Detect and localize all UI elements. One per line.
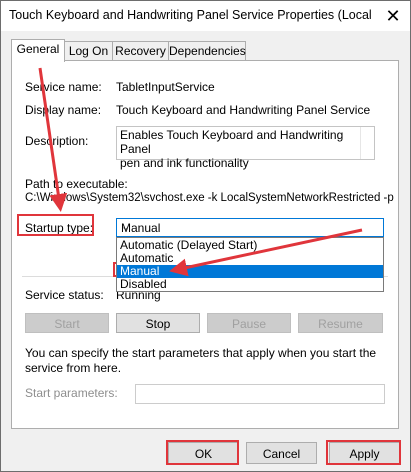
tab-recovery[interactable]: Recovery: [112, 41, 169, 61]
close-icon[interactable]: ✕: [382, 5, 404, 27]
tab-log-on[interactable]: Log On: [64, 41, 113, 61]
display-name-value: Touch Keyboard and Handwriting Panel Ser…: [116, 103, 371, 117]
properties-dialog: Touch Keyboard and Handwriting Panel Ser…: [0, 0, 411, 472]
resume-button[interactable]: Resume: [298, 313, 383, 333]
apply-button[interactable]: Apply: [329, 442, 400, 464]
description-line-1: Enables Touch Keyboard and Handwriting P…: [120, 128, 344, 156]
chevron-down-icon[interactable]: ⌄: [121, 220, 379, 233]
start-button[interactable]: Start: [25, 313, 109, 333]
params-hint: You can specify the start parameters tha…: [25, 346, 377, 375]
service-name-value: TabletInputService: [116, 80, 215, 94]
description-label: Description:: [25, 134, 89, 148]
description-line-2: pen and ink functionality: [120, 156, 249, 170]
cancel-button[interactable]: Cancel: [246, 442, 317, 464]
startup-type-select[interactable]: Manual ⌄: [116, 218, 384, 237]
description-scrollbar[interactable]: [360, 127, 374, 159]
title-bar: Touch Keyboard and Handwriting Panel Ser…: [1, 1, 410, 31]
tab-general[interactable]: General: [11, 39, 65, 62]
window-title: Touch Keyboard and Handwriting Panel Ser…: [9, 8, 374, 22]
startup-option-disabled[interactable]: Disabled: [117, 278, 383, 291]
ok-button[interactable]: OK: [168, 442, 239, 464]
pause-button[interactable]: Pause: [207, 313, 291, 333]
display-name-label: Display name:: [25, 103, 102, 117]
startup-type-dropdown: Automatic (Delayed Start) Automatic Manu…: [116, 237, 384, 292]
path-label: Path to executable:: [25, 177, 128, 191]
stop-button[interactable]: Stop: [116, 313, 200, 333]
service-name-label: Service name:: [25, 80, 102, 94]
start-params-label: Start parameters:: [25, 386, 118, 400]
service-status-label: Service status:: [25, 288, 104, 302]
general-panel: Service name: TabletInputService Display…: [11, 60, 399, 429]
startup-type-label: Startup type:: [25, 221, 94, 235]
description-box[interactable]: Enables Touch Keyboard and Handwriting P…: [116, 126, 375, 170]
start-params-input[interactable]: [135, 384, 385, 404]
path-value: C:\Windows\System32\svchost.exe -k Local…: [25, 192, 394, 204]
tab-dependencies[interactable]: Dependencies: [168, 41, 246, 61]
